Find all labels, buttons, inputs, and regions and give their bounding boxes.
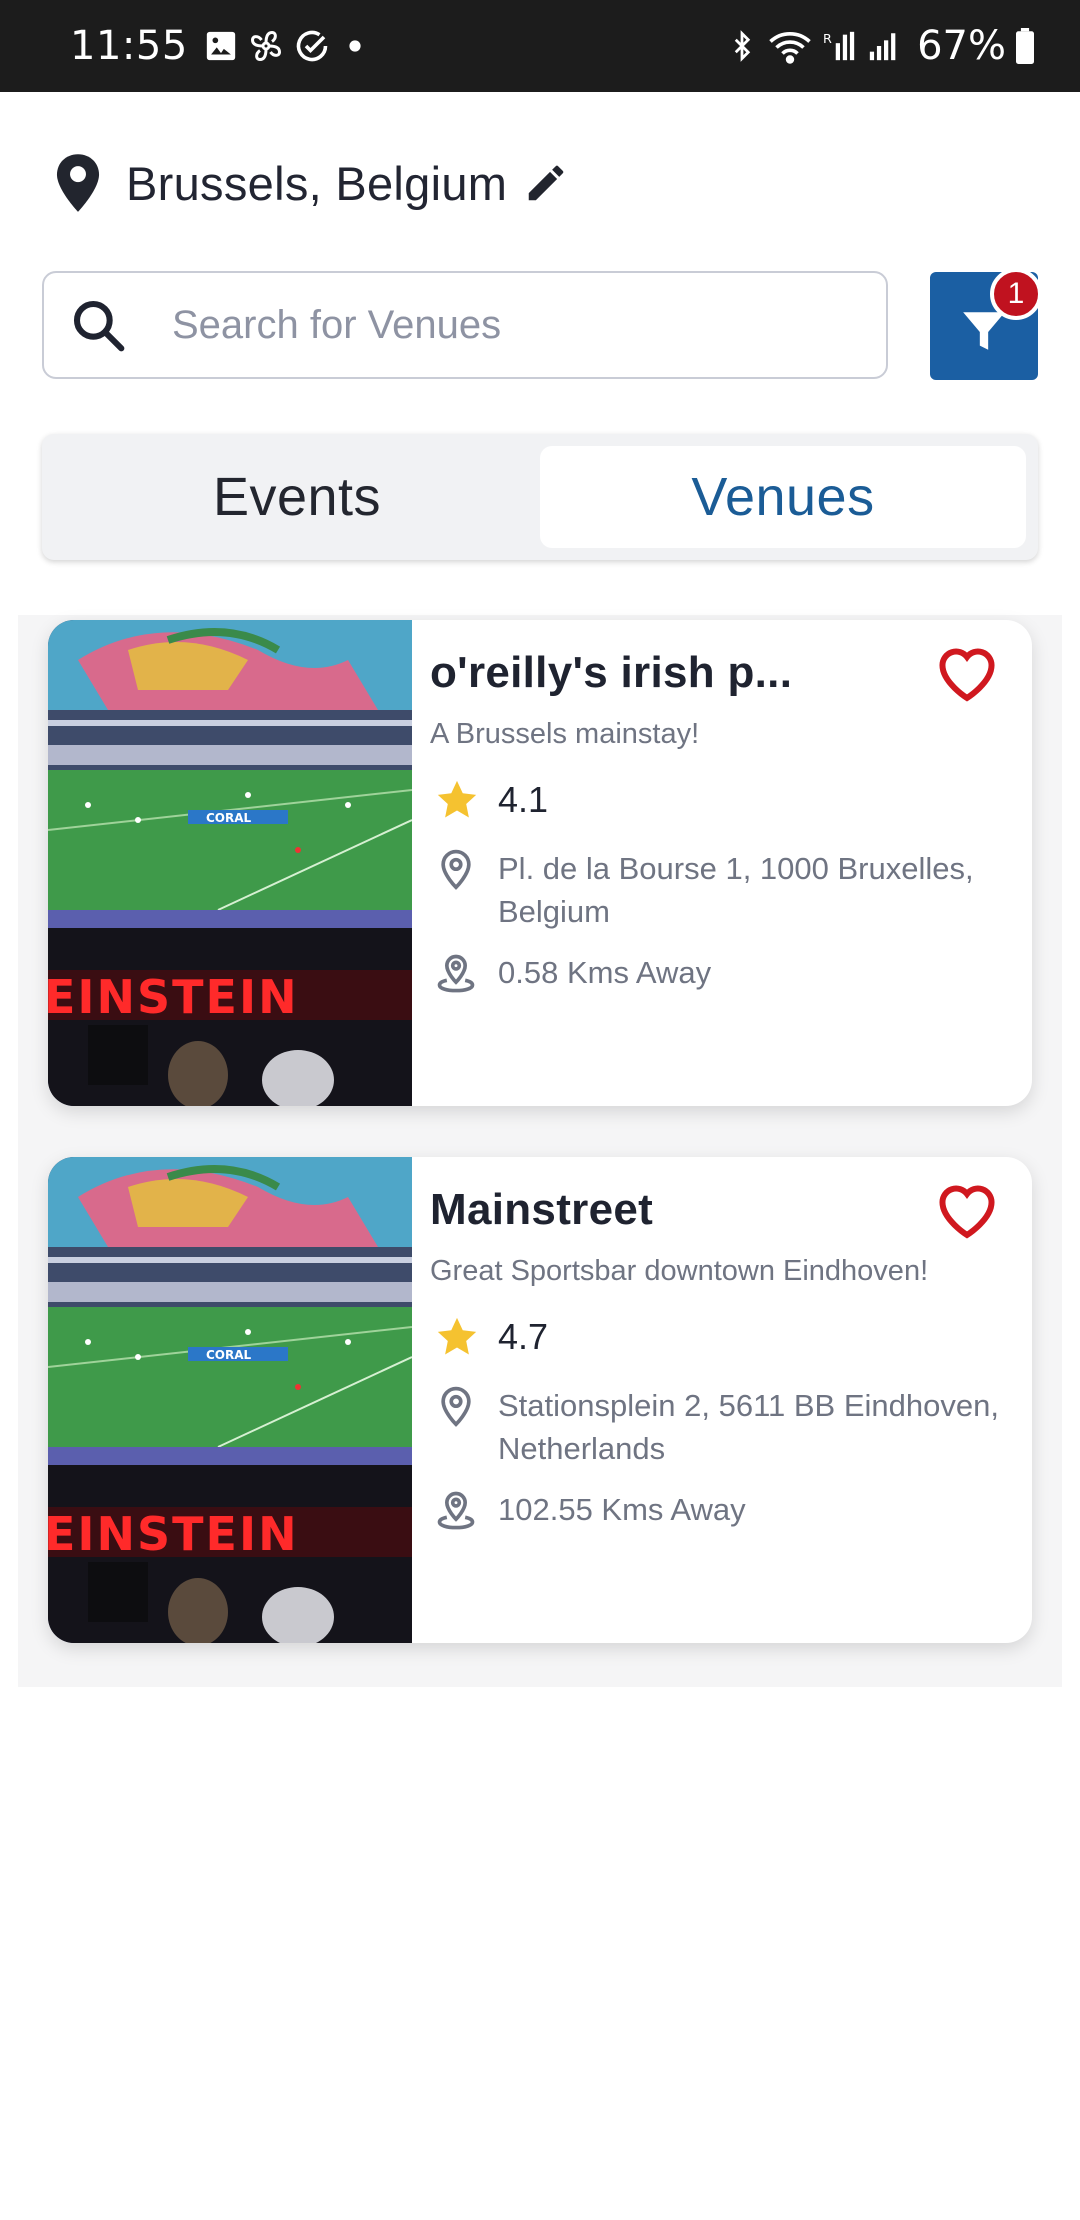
events-venues-toggle: Events Venues bbox=[42, 434, 1038, 560]
signal-r-icon: R bbox=[823, 28, 857, 64]
location-pin-icon bbox=[56, 154, 100, 212]
distance-pin-icon bbox=[437, 1491, 475, 1530]
status-bar: 11:55 R 67% bbox=[0, 0, 1080, 92]
venue-address: Stationsplein 2, 5611 BB Eindhoven, Neth… bbox=[498, 1388, 999, 1466]
filter-count-badge: 1 bbox=[990, 268, 1042, 320]
check-circle-icon bbox=[294, 28, 330, 64]
venue-description: A Brussels mainstay! bbox=[430, 718, 700, 750]
status-time: 11:55 bbox=[70, 23, 188, 69]
venue-address: Pl. de la Bourse 1, 1000 Bruxelles, Belg… bbox=[498, 851, 974, 929]
venue-distance: 102.55 Kms Away bbox=[498, 1492, 746, 1527]
venue-name: Mainstreet bbox=[430, 1185, 654, 1234]
venue-address-row: Pl. de la Bourse 1, 1000 Bruxelles, Belg… bbox=[430, 847, 1018, 933]
gallery-icon bbox=[204, 29, 238, 63]
edit-pencil-icon[interactable] bbox=[523, 160, 569, 206]
venue-address-row: Stationsplein 2, 5611 BB Eindhoven, Neth… bbox=[430, 1384, 1018, 1470]
image-ad-text: CORAL bbox=[206, 1348, 252, 1362]
venue-distance-row: 102.55 Kms Away bbox=[430, 1488, 1018, 1532]
battery-icon bbox=[1014, 28, 1036, 64]
favorite-heart-icon[interactable] bbox=[934, 1179, 1000, 1239]
image-sign-text: EINSTEIN bbox=[48, 970, 299, 1024]
image-ad-text: CORAL bbox=[206, 811, 252, 825]
venue-image: CORAL EINSTEIN bbox=[48, 1157, 412, 1643]
svg-text:R: R bbox=[823, 32, 832, 47]
location-selector[interactable]: Brussels, Belgium bbox=[50, 148, 569, 218]
venue-rating: 4.1 bbox=[498, 779, 549, 820]
tab-events[interactable]: Events bbox=[54, 446, 540, 548]
tab-venues[interactable]: Venues bbox=[540, 446, 1026, 548]
search-icon bbox=[73, 300, 125, 352]
fan-icon bbox=[248, 28, 284, 64]
star-icon bbox=[437, 1317, 477, 1355]
location-outline-icon bbox=[441, 849, 471, 890]
venue-distance: 0.58 Kms Away bbox=[498, 955, 712, 990]
search-input[interactable] bbox=[172, 302, 772, 348]
venue-image: CORAL EINSTEIN bbox=[48, 620, 412, 1106]
venue-list: CORAL EINSTEIN o'reilly's irish p... A B… bbox=[18, 615, 1062, 1687]
image-sign-text: EINSTEIN bbox=[48, 1507, 299, 1561]
search-bar[interactable] bbox=[42, 271, 888, 379]
venue-name: o'reilly's irish p... bbox=[430, 648, 793, 697]
venue-description: Great Sportsbar downtown Eindhoven! bbox=[430, 1255, 929, 1287]
venue-distance-row: 0.58 Kms Away bbox=[430, 951, 1018, 995]
filter-button[interactable]: 1 bbox=[930, 268, 1042, 380]
distance-pin-icon bbox=[437, 954, 475, 993]
signal-icon bbox=[867, 28, 901, 64]
venue-info: o'reilly's irish p... A Brussels mainsta… bbox=[412, 620, 1032, 1106]
wifi-icon bbox=[767, 28, 813, 64]
battery-percent: 67% bbox=[917, 23, 1006, 69]
venue-rating-row: 4.7 bbox=[430, 1314, 1018, 1360]
location-outline-icon bbox=[441, 1386, 471, 1427]
location-text: Brussels, Belgium bbox=[126, 156, 508, 210]
venue-card[interactable]: CORAL EINSTEIN Mainstreet Great Sportsba… bbox=[48, 1157, 1032, 1643]
dot-icon bbox=[348, 39, 362, 53]
venue-rating: 4.7 bbox=[498, 1316, 549, 1357]
venue-card[interactable]: CORAL EINSTEIN o'reilly's irish p... A B… bbox=[48, 620, 1032, 1106]
favorite-heart-icon[interactable] bbox=[934, 642, 1000, 702]
venue-info: Mainstreet Great Sportsbar downtown Eind… bbox=[412, 1157, 1032, 1643]
star-icon bbox=[437, 780, 477, 818]
venue-rating-row: 4.1 bbox=[430, 777, 1018, 823]
bluetooth-icon bbox=[727, 28, 757, 64]
